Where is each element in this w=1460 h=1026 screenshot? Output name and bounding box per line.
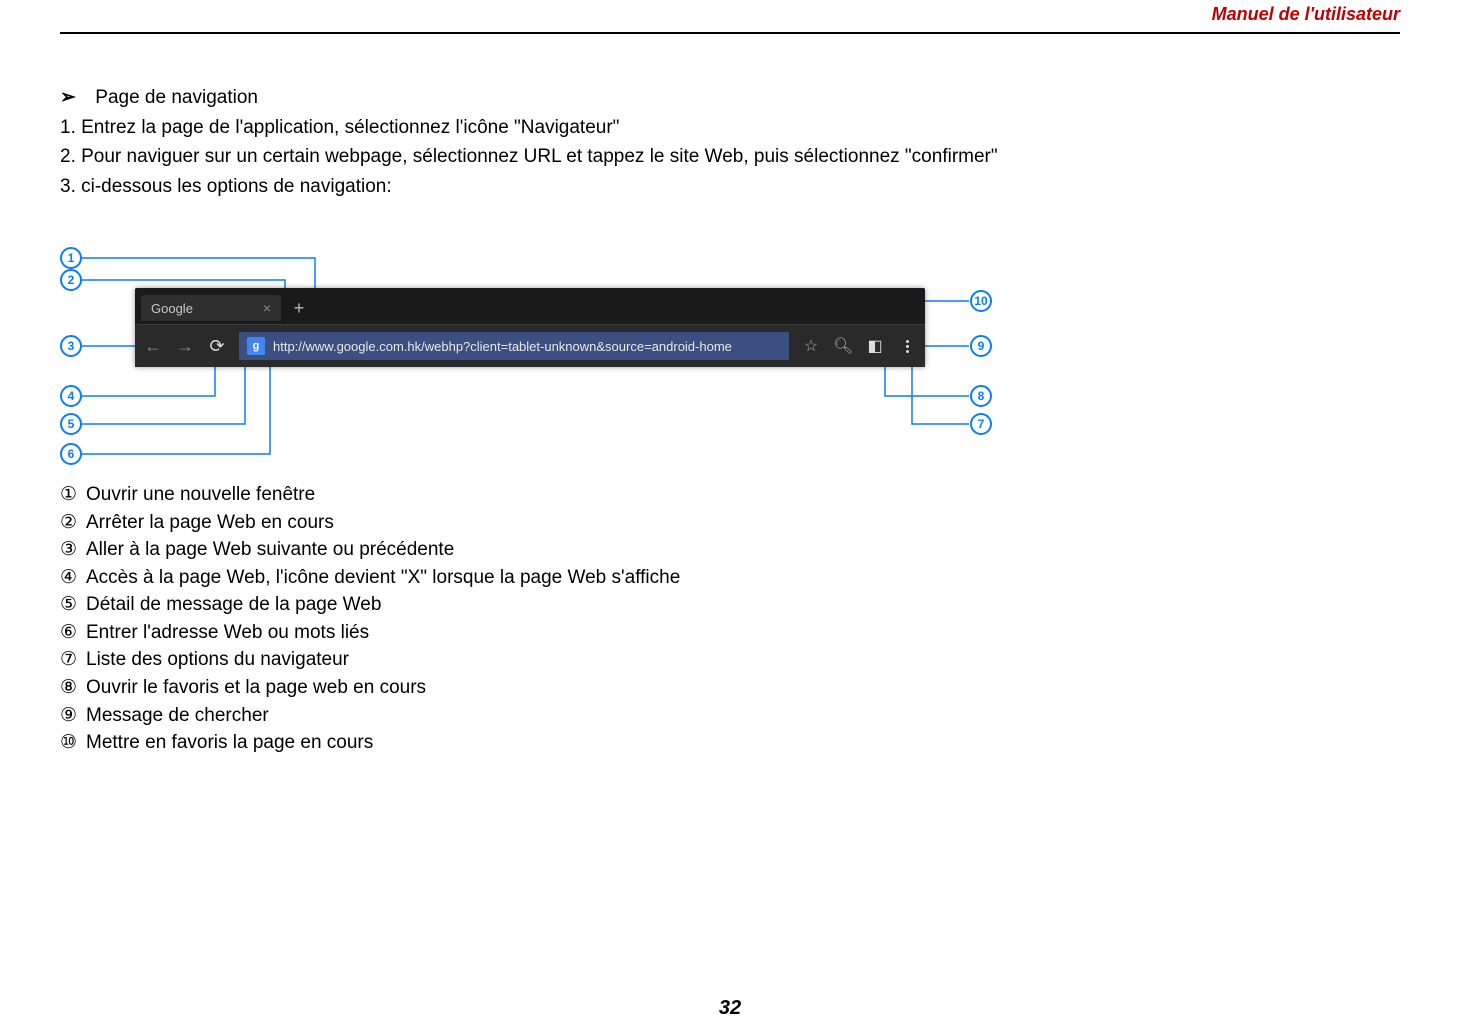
legend-text: Liste des options du navigateur: [86, 649, 349, 670]
instruction-step: 3. ci-dessous les options de navigation:: [60, 173, 1400, 201]
url-text: http://www.google.com.hk/webhp?client=ta…: [273, 339, 781, 354]
star-icon[interactable]: ☆: [801, 336, 821, 356]
legend-mark: ③: [60, 536, 86, 564]
legend-text: Ouvrir le favoris et la page web en cour…: [86, 677, 426, 698]
browser-tab[interactable]: Google ×: [141, 295, 281, 321]
instruction-step: 2. Pour naviguer sur un certain webpage,…: [60, 143, 1400, 171]
header-rule: [60, 32, 1400, 34]
callout-4: 4: [60, 385, 82, 407]
legend-text: Entrer l'adresse Web ou mots liés: [86, 622, 369, 643]
legend-mark: ⑥: [60, 619, 86, 647]
legend-text: Message de chercher: [86, 705, 269, 726]
legend-item: ⑧Ouvrir le favoris et la page web en cou…: [60, 674, 1400, 702]
legend-item: ③Aller à la page Web suivante ou précéde…: [60, 536, 1400, 564]
legend-text: Aller à la page Web suivante ou précéden…: [86, 539, 454, 560]
document-title: Manuel de l'utilisateur: [1212, 4, 1400, 25]
tab-strip: Google × +: [135, 288, 925, 324]
section-heading: Page de navigation: [95, 87, 258, 108]
instruction-step: 1. Entrez la page de l'application, séle…: [60, 114, 1400, 142]
callout-9: 9: [970, 335, 992, 357]
legend-mark: ⑩: [60, 729, 86, 757]
legend-text: Arrêter la page Web en cours: [86, 512, 334, 533]
new-tab-button[interactable]: +: [287, 296, 311, 320]
legend-mark: ④: [60, 564, 86, 592]
header: Manuel de l'utilisateur: [60, 0, 1400, 30]
legend-mark: ⑦: [60, 646, 86, 674]
browser-window: Google × + ← → ⟳ g http://www.google.com…: [135, 288, 925, 367]
legend-item: ①Ouvrir une nouvelle fenêtre: [60, 481, 1400, 509]
bookmark-icon[interactable]: ◧: [865, 336, 885, 356]
callout-5: 5: [60, 413, 82, 435]
search-icon[interactable]: 🔍︎: [833, 336, 853, 356]
section-heading-line: ➢ Page de navigation: [60, 84, 1400, 112]
legend-item: ④Accès à la page Web, l'icône devient "X…: [60, 564, 1400, 592]
legend-mark: ⑧: [60, 674, 86, 702]
legend-mark: ⑤: [60, 591, 86, 619]
legend-item: ⑤Détail de message de la page Web: [60, 591, 1400, 619]
legend-text: Accès à la page Web, l'icône devient "X"…: [86, 567, 680, 588]
content: ➢ Page de navigation 1. Entrez la page d…: [60, 84, 1400, 757]
callout-8: 8: [970, 385, 992, 407]
callout-3: 3: [60, 335, 82, 357]
site-badge-icon: g: [247, 337, 265, 355]
legend-text: Détail de message de la page Web: [86, 594, 381, 615]
legend-item: ⑨Message de chercher: [60, 702, 1400, 730]
close-tab-icon[interactable]: ×: [263, 300, 271, 316]
page-number: 32: [0, 997, 1460, 1020]
menu-icon[interactable]: [897, 340, 917, 353]
legend-item: ⑥Entrer l'adresse Web ou mots liés: [60, 619, 1400, 647]
callout-7: 7: [970, 413, 992, 435]
legend-mark: ①: [60, 481, 86, 509]
chevron-right-icon: ➢: [60, 84, 90, 112]
page: Manuel de l'utilisateur ➢ Page de naviga…: [0, 0, 1460, 1026]
legend-item: ⑩Mettre en favoris la page en cours: [60, 729, 1400, 757]
browser-toolbar: ← → ⟳ g http://www.google.com.hk/webhp?c…: [135, 324, 925, 367]
legend-mark: ②: [60, 509, 86, 537]
callout-6: 6: [60, 443, 82, 465]
legend-item: ⑦Liste des options du navigateur: [60, 646, 1400, 674]
legend-mark: ⑨: [60, 702, 86, 730]
address-bar[interactable]: g http://www.google.com.hk/webhp?client=…: [239, 332, 789, 360]
legend: ①Ouvrir une nouvelle fenêtre ②Arrêter la…: [60, 481, 1400, 756]
legend-item: ②Arrêter la page Web en cours: [60, 509, 1400, 537]
reload-button[interactable]: ⟳: [207, 336, 227, 357]
tab-label: Google: [151, 301, 193, 316]
callout-10: 10: [970, 290, 992, 312]
callout-2: 2: [60, 269, 82, 291]
browser-diagram: 1 2 3 4 5 6 10 9 8 7: [60, 235, 1060, 465]
callout-1: 1: [60, 247, 82, 269]
legend-text: Mettre en favoris la page en cours: [86, 732, 373, 753]
legend-text: Ouvrir une nouvelle fenêtre: [86, 484, 315, 505]
forward-button[interactable]: →: [175, 336, 195, 357]
back-button[interactable]: ←: [143, 336, 163, 357]
